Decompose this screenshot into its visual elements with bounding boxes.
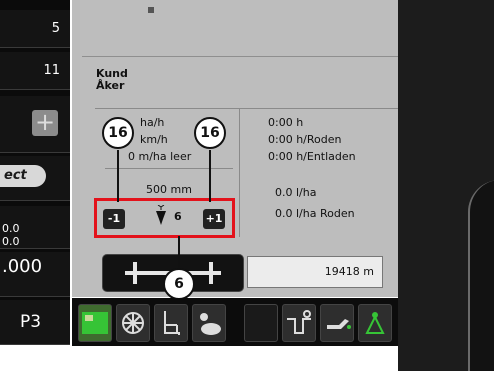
- field-name: Åker: [96, 79, 125, 92]
- antenna-icon[interactable]: [358, 304, 392, 342]
- row-value-1: 5: [0, 10, 70, 48]
- page-bottom: [0, 346, 398, 371]
- gear-indicator: P3: [20, 312, 42, 332]
- rotor-icon[interactable]: [116, 304, 150, 342]
- transmission-icon[interactable]: [282, 304, 316, 342]
- callout-bottom: 6: [163, 268, 195, 300]
- decrease-button[interactable]: -1: [103, 209, 125, 229]
- fuel-rate: 0.0 l/ha: [275, 186, 317, 199]
- working-width: 500 mm: [146, 183, 192, 196]
- callout-left: 16: [102, 117, 134, 149]
- area-rate: ha/h: [140, 116, 165, 129]
- panel-divider: [82, 56, 398, 57]
- callout-leader-right: [209, 150, 211, 202]
- bezel-rim: [468, 180, 494, 371]
- decimal-readout: .000: [2, 256, 43, 277]
- callout-right: 16: [194, 117, 226, 149]
- increase-button[interactable]: +1: [203, 209, 225, 229]
- top-indicator-icon: [146, 0, 156, 13]
- empty-distance: 0 m/ha leer: [128, 150, 192, 163]
- callout-leader-left: [117, 150, 119, 202]
- position-value: 6: [174, 210, 182, 223]
- hours-total: 0:00 h: [268, 116, 304, 129]
- speed: km/h: [140, 133, 168, 146]
- readout-bottom: 0.0: [2, 235, 20, 248]
- hours-entladen: 0:00 h/Entladen: [268, 150, 356, 163]
- readout-top: 0.0: [2, 222, 20, 235]
- brand-logo: ect: [0, 165, 46, 187]
- blank-icon[interactable]: [244, 304, 278, 342]
- stats-right-rule: [240, 108, 398, 109]
- row-value-2: 11: [0, 52, 70, 90]
- hours-roden: 0:00 h/Roden: [268, 133, 342, 146]
- valve-icon: [152, 204, 170, 231]
- distance-field: 19418 m: [247, 256, 383, 288]
- plus-button[interactable]: +: [32, 110, 58, 136]
- fuel-rate-roden: 0.0 l/ha Roden: [275, 207, 355, 220]
- stats-left-divider: [105, 168, 233, 169]
- slow-speed-icon[interactable]: [192, 304, 226, 342]
- oil-can-icon[interactable]: [320, 304, 354, 342]
- seat-icon[interactable]: [154, 304, 188, 342]
- field-overview-icon[interactable]: [78, 304, 112, 342]
- callout-leader-bottom: [178, 236, 180, 270]
- customer-block: Kund Åker: [96, 68, 128, 92]
